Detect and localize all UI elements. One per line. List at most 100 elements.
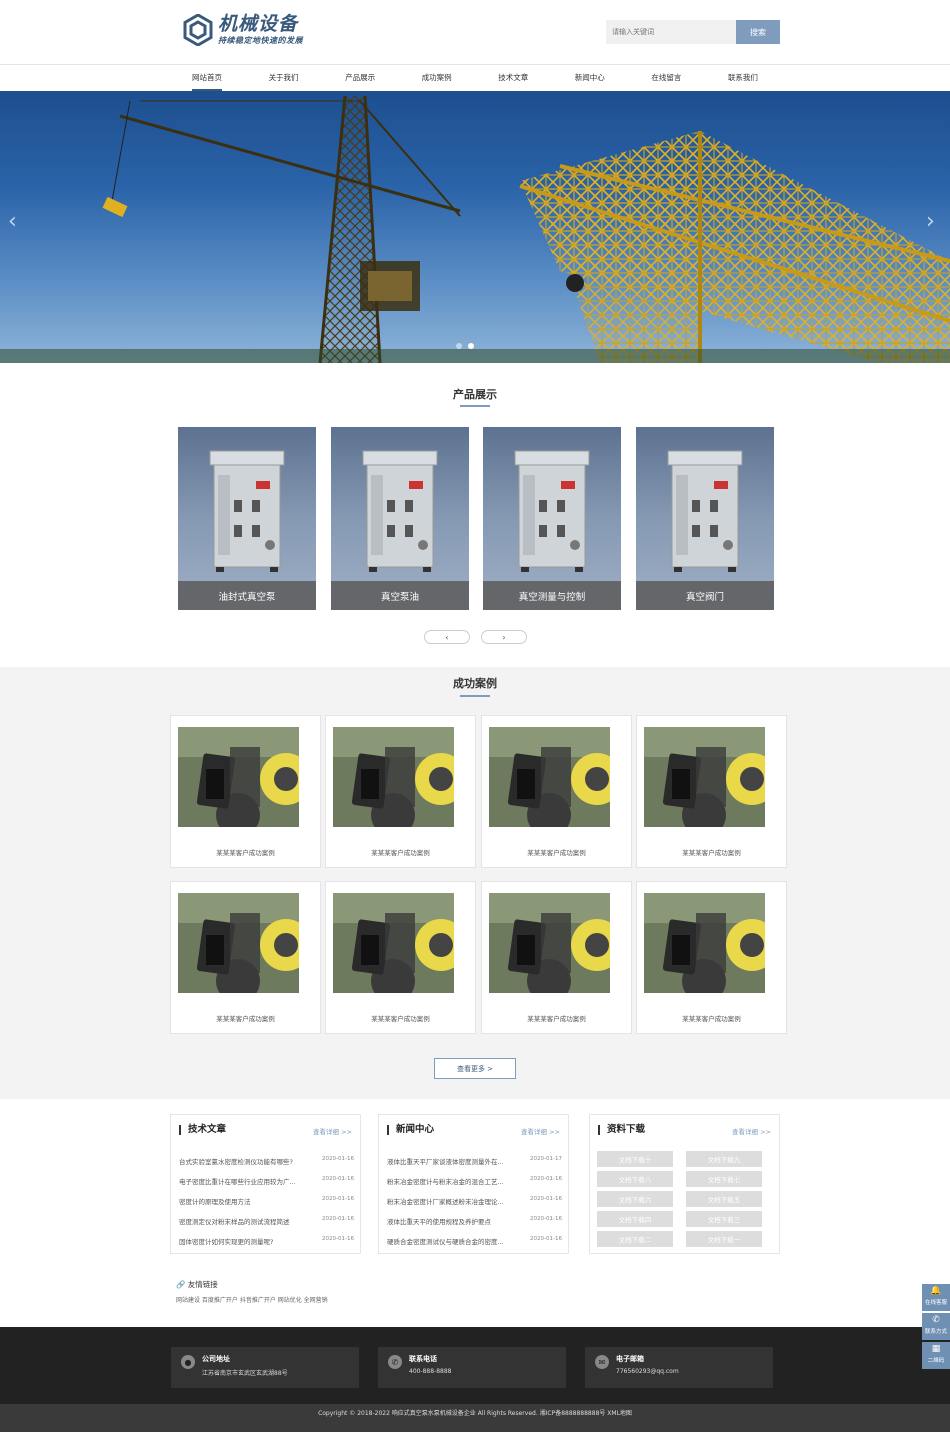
- case-image: [333, 893, 454, 993]
- news-date: 2020-01-16: [530, 1196, 562, 1202]
- logo[interactable]: 机械设备 持续稳定地快速的发展: [182, 14, 303, 46]
- article-item[interactable]: 固体密度计如何实现更的测量呢? 2020-01-16: [179, 1236, 354, 1246]
- nav-item-contact[interactable]: 联系我们: [706, 65, 780, 91]
- article-date: 2020-01-16: [322, 1236, 354, 1242]
- nav-item-products[interactable]: 产品展示: [323, 65, 397, 91]
- download-item[interactable]: 文档下载三: [686, 1211, 762, 1227]
- product-card[interactable]: 真空阀门: [636, 427, 774, 610]
- email-label: 电子邮箱: [616, 1355, 644, 1363]
- product-card[interactable]: 真空测量与控制: [483, 427, 621, 610]
- search-button[interactable]: 搜索: [736, 20, 780, 44]
- case-caption: 某某某客户成功案例: [527, 1015, 586, 1023]
- news-item[interactable]: 液体比重天平的使用规程及养护要点 2020-01-16: [387, 1216, 562, 1226]
- case-card[interactable]: 某某某客户成功案例: [325, 881, 476, 1034]
- banner-prev-arrow[interactable]: ‹: [8, 209, 17, 234]
- case-card[interactable]: 某某某客户成功案例: [481, 881, 632, 1034]
- side-label: 在线客服: [924, 1300, 947, 1306]
- vacuum-pump-image: [209, 450, 285, 572]
- friend-links-heading: 🔗 友情链接: [176, 1279, 218, 1290]
- banner-dots: [456, 343, 474, 349]
- cases-title-underline: [460, 695, 490, 697]
- nav-item-about[interactable]: 关于我们: [247, 65, 321, 91]
- footer-phone: ✆ 联系电话 400-888-8888: [378, 1347, 566, 1388]
- friend-links-title: 友情链接: [187, 1280, 218, 1289]
- nav-item-cases[interactable]: 成功案例: [400, 65, 474, 91]
- nav-item-articles[interactable]: 技术文章: [476, 65, 550, 91]
- news-heading: 新闻中心: [387, 1125, 434, 1135]
- side-qrcode[interactable]: ▦ 二维码: [922, 1342, 950, 1369]
- cases-title: 成功案例: [453, 677, 497, 690]
- location-pin-icon: ●: [181, 1355, 195, 1369]
- case-image: [644, 893, 765, 993]
- logo-title: 机械设备: [218, 13, 299, 35]
- vacuum-pump-image: [362, 450, 438, 572]
- phone-icon: ✆: [932, 1315, 940, 1325]
- email-value: 776560293@qq.com: [616, 1368, 679, 1375]
- side-contact[interactable]: ✆ 联系方式: [922, 1313, 950, 1340]
- address-label: 公司地址: [202, 1355, 230, 1363]
- banner-dot-2[interactable]: [468, 343, 474, 349]
- qrcode-icon: ▦: [931, 1344, 941, 1354]
- side-label: 联系方式: [924, 1329, 947, 1335]
- product-card[interactable]: 油封式真空泵: [178, 427, 316, 610]
- download-item[interactable]: 文档下载二: [597, 1231, 673, 1247]
- article-item[interactable]: 台式实验室氯水密度检测仪功能有哪些? 2020-01-16: [179, 1156, 354, 1166]
- downloads-panel: 资料下载 查看详细 >> 文档下载十 文档下载九 文档下载八 文档下载七 文档下…: [589, 1114, 780, 1254]
- download-item[interactable]: 文档下载五: [686, 1191, 762, 1207]
- article-date: 2020-01-16: [322, 1216, 354, 1222]
- case-caption: 某某某客户成功案例: [682, 849, 741, 857]
- article-item[interactable]: 密度测定仪对粉末样品的测试流程简述 2020-01-16: [179, 1216, 354, 1226]
- case-card[interactable]: 某某某客户成功案例: [481, 715, 632, 868]
- case-card[interactable]: 某某某客户成功案例: [325, 715, 476, 868]
- phone-value: 400-888-8888: [409, 1368, 452, 1375]
- news-date: 2020-01-16: [530, 1216, 562, 1222]
- news-title: 粉末冶金密度计与粉末冶金的混合工艺...: [387, 1178, 504, 1186]
- download-item[interactable]: 文档下载一: [686, 1231, 762, 1247]
- news-item[interactable]: 液体比重天平厂家谈液体密度测量外在... 2020-01-17: [387, 1156, 562, 1166]
- download-item[interactable]: 文档下载四: [597, 1211, 673, 1227]
- logo-subtitle: 持续稳定地快速的发展: [218, 36, 303, 45]
- article-item[interactable]: 电子密度比重计在哪些行业应用较为广... 2020-01-16: [179, 1176, 354, 1186]
- news-item[interactable]: 粉末冶金密度计与粉末冶金的混合工艺... 2020-01-16: [387, 1176, 562, 1186]
- chat-bell-icon: 🔔: [930, 1286, 942, 1296]
- hero-banner: ‹ ›: [0, 91, 950, 363]
- side-online-service[interactable]: 🔔 在线客服: [922, 1284, 950, 1311]
- download-item[interactable]: 文档下载八: [597, 1171, 673, 1187]
- article-title: 电子密度比重计在哪些行业应用较为广...: [179, 1178, 296, 1186]
- article-date: 2020-01-16: [322, 1176, 354, 1182]
- nav-item-home[interactable]: 网站首页: [170, 65, 244, 91]
- news-item[interactable]: 硬质合金密度测试仪与硬质合金的密度... 2020-01-16: [387, 1236, 562, 1246]
- case-card[interactable]: 某某某客户成功案例: [170, 715, 321, 868]
- download-item[interactable]: 文档下载九: [686, 1151, 762, 1167]
- case-image: [333, 727, 454, 827]
- downloads-more-link[interactable]: 查看详细 >>: [732, 1126, 771, 1136]
- download-item[interactable]: 文档下载七: [686, 1171, 762, 1187]
- banner-dot-1[interactable]: [456, 343, 462, 349]
- news-item[interactable]: 粉末冶金密度计厂家概述粉末冶金理论... 2020-01-16: [387, 1196, 562, 1206]
- case-card[interactable]: 某某某客户成功案例: [636, 715, 787, 868]
- case-image: [489, 727, 610, 827]
- banner-next-arrow[interactable]: ›: [926, 209, 935, 234]
- products-prev-button[interactable]: ‹: [424, 630, 470, 644]
- nav-item-news[interactable]: 新闻中心: [553, 65, 627, 91]
- footer-address: ● 公司地址 江苏省南京市玄武区玄武湖88号: [171, 1347, 359, 1388]
- download-item[interactable]: 文档下载六: [597, 1191, 673, 1207]
- case-card[interactable]: 某某某客户成功案例: [636, 881, 787, 1034]
- articles-more-link[interactable]: 查看详细 >>: [313, 1126, 352, 1136]
- product-card[interactable]: 真空泵油: [331, 427, 469, 610]
- view-more-button[interactable]: 查看更多 >: [434, 1058, 516, 1079]
- article-title: 台式实验室氯水密度检测仪功能有哪些?: [179, 1158, 293, 1166]
- friend-links-list[interactable]: 网站建设 百度推广开户 抖音推广开户 网站优化 全网营销: [176, 1295, 328, 1304]
- download-item[interactable]: 文档下载十: [597, 1151, 673, 1167]
- logo-hexagon-icon: [183, 14, 213, 46]
- news-title: 硬质合金密度测试仪与硬质合金的密度...: [387, 1238, 504, 1246]
- news-more-link[interactable]: 查看详细 >>: [521, 1126, 560, 1136]
- nav-item-message[interactable]: 在线留言: [629, 65, 703, 91]
- case-card[interactable]: 某某某客户成功案例: [170, 881, 321, 1034]
- products-next-button[interactable]: ›: [481, 630, 527, 644]
- search-input[interactable]: [606, 20, 736, 44]
- article-title: 固体密度计如何实现更的测量呢?: [179, 1238, 274, 1246]
- article-item[interactable]: 密度计的原理及使用方法 2020-01-16: [179, 1196, 354, 1206]
- news-date: 2020-01-17: [530, 1156, 562, 1162]
- search-box: 搜索: [606, 20, 780, 44]
